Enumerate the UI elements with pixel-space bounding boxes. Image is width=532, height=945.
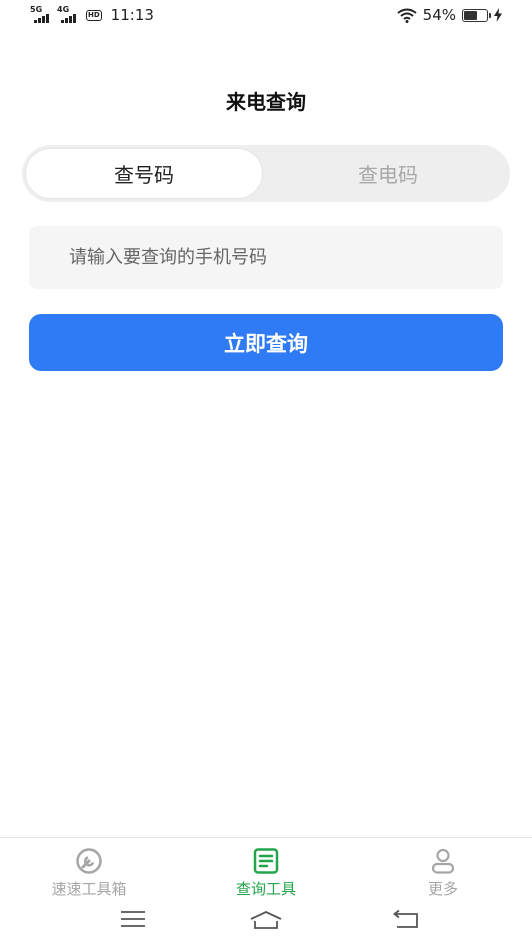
network-type-sim1: 5G (30, 5, 43, 14)
nav-label-toolbox: 速速工具箱 (51, 880, 127, 898)
tab-query-telegraph-code[interactable]: 查电码 (270, 149, 506, 198)
clock: 11:13 (110, 6, 154, 24)
status-left: 5G 4G HD 11:13 (30, 5, 154, 25)
nav-item-more[interactable]: 更多 (373, 848, 513, 899)
wrench-icon (76, 848, 102, 874)
signal-icon-sim2: 4G (57, 5, 79, 23)
page-title: 来电查询 (226, 90, 306, 114)
network-type-sim2: 4G (57, 5, 70, 14)
status-bar: 5G 4G HD 11:13 54% (0, 0, 532, 32)
nav-item-toolbox[interactable]: 速速工具箱 (19, 848, 159, 899)
charging-icon (494, 8, 502, 22)
query-now-button[interactable]: 立即查询 (29, 314, 503, 371)
battery-percent: 54% (422, 6, 456, 24)
battery-icon (462, 8, 491, 22)
back-icon[interactable] (391, 909, 421, 931)
tab-query-number[interactable]: 查号码 (26, 149, 262, 198)
signal-icon-sim1: 5G (30, 5, 52, 23)
nav-label-query-tools: 查询工具 (235, 880, 296, 898)
document-icon (253, 848, 279, 874)
status-right: 54% (397, 6, 502, 24)
phone-number-input[interactable] (29, 226, 503, 289)
segmented-tabs: 查号码 查电码 (22, 145, 510, 202)
nav-label-more: 更多 (427, 880, 458, 898)
home-icon[interactable] (248, 909, 284, 931)
system-nav-bar (0, 901, 532, 945)
person-icon (431, 848, 455, 874)
wifi-icon (397, 8, 417, 23)
menu-icon[interactable] (119, 909, 147, 929)
nav-item-query-tools[interactable]: 查询工具 (196, 848, 336, 899)
hd-voice-icon: HD (86, 9, 102, 21)
screen: 5G 4G HD 11:13 54% 来电查询 查号码 查电码 请输入要查询的手… (0, 0, 532, 945)
bottom-nav: 速速工具箱 查询工具 更多 (0, 837, 532, 901)
